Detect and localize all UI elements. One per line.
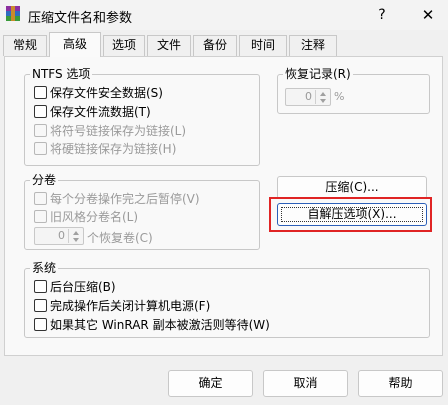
checkbox-box[interactable] — [34, 298, 47, 312]
checkbox-box[interactable] — [34, 279, 47, 293]
window-title: 压缩文件名和参数 — [28, 11, 133, 26]
checkbox-label: 将硬链接保存为链接(H) — [50, 141, 177, 156]
checkbox-label: 如果其它 WinRAR 副本被激活则等待(W) — [50, 317, 270, 332]
tab-options[interactable]: 选项 — [103, 35, 145, 56]
recovery-volumes-label: 个恢复卷(C) — [87, 231, 153, 245]
ntfs-options-title: NTFS 选项 — [30, 66, 93, 82]
spinner-value: 0 — [58, 229, 65, 242]
checkbox-box[interactable] — [34, 104, 47, 118]
tab-backup[interactable]: 备份 — [193, 35, 237, 56]
system-group-title: 系统 — [30, 260, 59, 276]
spinner-arrows[interactable] — [68, 229, 82, 243]
checkbox-pause-volumes[interactable]: 每个分卷操作完之后暂停(V) — [34, 189, 200, 207]
tab-comment[interactable]: 注释 — [289, 35, 337, 56]
checkbox-symlinks[interactable]: 将符号链接保存为链接(L) — [34, 121, 186, 139]
checkbox-label: 将符号链接保存为链接(L) — [50, 123, 187, 138]
tab-general[interactable]: 常规 — [3, 35, 47, 56]
recovery-record-spinner[interactable]: 0 — [285, 88, 331, 106]
recovery-unit: % — [334, 90, 345, 103]
checkbox-box[interactable] — [34, 209, 47, 223]
checkbox-label: 旧风格分卷名(L) — [50, 209, 139, 224]
ok-button[interactable]: 确定 — [168, 370, 253, 397]
winrar-app-icon — [6, 6, 20, 21]
spinner-down-icon[interactable] — [320, 99, 326, 103]
checkbox-label: 每个分卷操作完之后暂停(V) — [50, 191, 200, 206]
tab-advanced[interactable]: 高级 — [49, 32, 101, 57]
spinner-up-icon[interactable] — [320, 92, 326, 96]
checkbox-box[interactable] — [34, 123, 47, 137]
red-highlight-box — [269, 197, 432, 232]
compression-button[interactable]: 压缩(C)... — [277, 176, 427, 199]
title-bar: 压缩文件名和参数 ? ✕ — [0, 0, 448, 30]
help-icon[interactable]: ? — [372, 4, 392, 26]
checkbox-hardlinks[interactable]: 将硬链接保存为链接(H) — [34, 139, 176, 157]
checkbox-save-streams[interactable]: 保存文件流数据(T) — [34, 102, 151, 120]
tab-time[interactable]: 时间 — [239, 35, 287, 56]
checkbox-label: 保存文件流数据(T) — [50, 104, 151, 119]
recovery-volumes-spinner[interactable]: 0 — [34, 227, 84, 245]
checkbox-box[interactable] — [34, 141, 47, 155]
checkbox-box[interactable] — [34, 317, 47, 331]
recovery-record-title: 恢复记录(R) — [283, 66, 353, 82]
checkbox-label: 完成操作后关闭计算机电源(F) — [50, 298, 211, 313]
checkbox-background[interactable]: 后台压缩(B) — [34, 277, 116, 295]
cancel-button[interactable]: 取消 — [263, 370, 348, 397]
checkbox-box[interactable] — [34, 85, 47, 99]
checkbox-old-style-names[interactable]: 旧风格分卷名(L) — [34, 207, 138, 225]
spinner-value: 0 — [305, 90, 312, 103]
checkbox-label: 保存文件安全数据(S) — [50, 85, 163, 100]
close-icon[interactable]: ✕ — [417, 4, 439, 26]
help-button[interactable]: 帮助 — [358, 370, 443, 397]
checkbox-box[interactable] — [34, 191, 47, 205]
checkbox-shutdown[interactable]: 完成操作后关闭计算机电源(F) — [34, 296, 210, 314]
tab-files[interactable]: 文件 — [147, 35, 191, 56]
checkbox-wait-other[interactable]: 如果其它 WinRAR 副本被激活则等待(W) — [34, 315, 270, 333]
checkbox-save-security[interactable]: 保存文件安全数据(S) — [34, 83, 163, 101]
spinner-arrows[interactable] — [315, 90, 329, 104]
spinner-down-icon[interactable] — [73, 238, 79, 242]
checkbox-label: 后台压缩(B) — [50, 279, 116, 294]
spinner-up-icon[interactable] — [73, 231, 79, 235]
volume-group-title: 分卷 — [30, 172, 59, 188]
